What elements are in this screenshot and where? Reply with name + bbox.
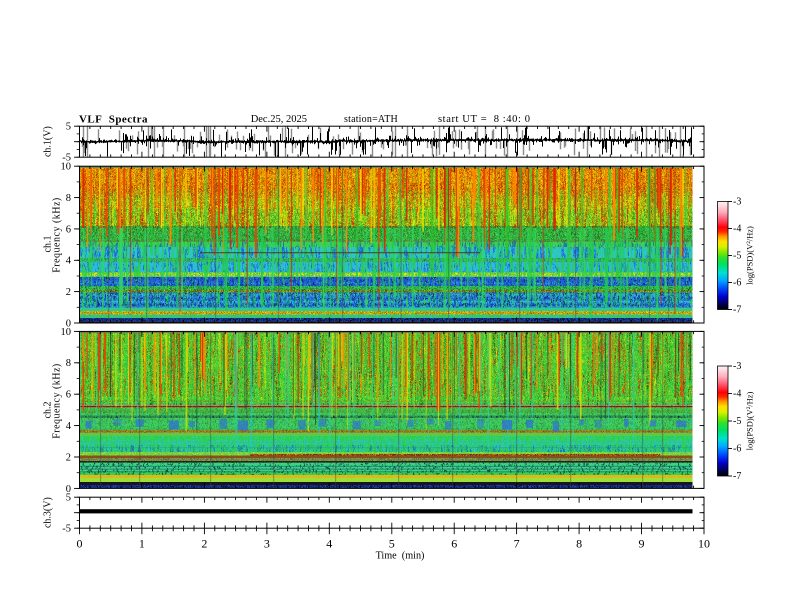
svg-text:-6: -6 [733, 278, 741, 289]
svg-text:-5: -5 [733, 416, 741, 427]
svg-text:Dec.25, 2025: Dec.25, 2025 [251, 114, 307, 125]
svg-text:6: 6 [66, 390, 71, 401]
svg-text:1: 1 [139, 537, 145, 551]
svg-text:8: 8 [66, 193, 71, 204]
svg-text:2: 2 [201, 537, 207, 551]
svg-text:5: 5 [389, 537, 395, 551]
svg-text:3: 3 [264, 537, 270, 551]
svg-text:5: 5 [66, 122, 71, 133]
svg-text:2: 2 [66, 452, 71, 463]
svg-text:4: 4 [326, 537, 332, 551]
svg-text:station=ATH: station=ATH [344, 114, 398, 125]
svg-text:ch.3(V): ch.3(V) [42, 497, 53, 528]
svg-text:-5: -5 [62, 524, 71, 535]
svg-text:0: 0 [77, 537, 83, 551]
svg-text:log(PSD)(V²/Hz): log(PSD)(V²/Hz) [745, 226, 755, 285]
svg-text:10: 10 [61, 327, 72, 338]
svg-text:Frequency (kHz): Frequency (kHz) [51, 197, 62, 273]
svg-text:Time (min): Time (min) [376, 551, 425, 562]
svg-text:-6: -6 [733, 444, 741, 455]
svg-text:9: 9 [639, 537, 645, 551]
svg-text:ch.1(V): ch.1(V) [42, 126, 53, 157]
svg-text:-7: -7 [733, 305, 741, 316]
svg-text:Frequency (kHz): Frequency (kHz) [51, 363, 62, 439]
svg-text:10: 10 [698, 537, 710, 551]
svg-text:-5: -5 [733, 251, 741, 262]
svg-text:8: 8 [66, 358, 71, 369]
svg-text:5: 5 [66, 493, 71, 504]
svg-text:7: 7 [514, 537, 520, 551]
svg-text:10: 10 [61, 162, 72, 173]
svg-text:2: 2 [66, 287, 71, 298]
svg-text:6: 6 [66, 224, 71, 235]
svg-text:6: 6 [451, 537, 457, 551]
svg-text:log(PSD)(V²/Hz): log(PSD)(V²/Hz) [745, 391, 755, 450]
svg-text:-7: -7 [733, 471, 741, 482]
svg-text:4: 4 [66, 421, 72, 432]
svg-text:-3: -3 [733, 361, 741, 372]
svg-text:8: 8 [576, 537, 582, 551]
svg-text:start UT = 8 :40: 0: start UT = 8 :40: 0 [438, 114, 531, 125]
svg-text:-3: -3 [733, 197, 741, 208]
svg-text:4: 4 [66, 256, 72, 267]
svg-text:-4: -4 [733, 224, 741, 235]
svg-text:-4: -4 [733, 389, 741, 400]
svg-text:VLF Spectra: VLF Spectra [79, 114, 148, 126]
